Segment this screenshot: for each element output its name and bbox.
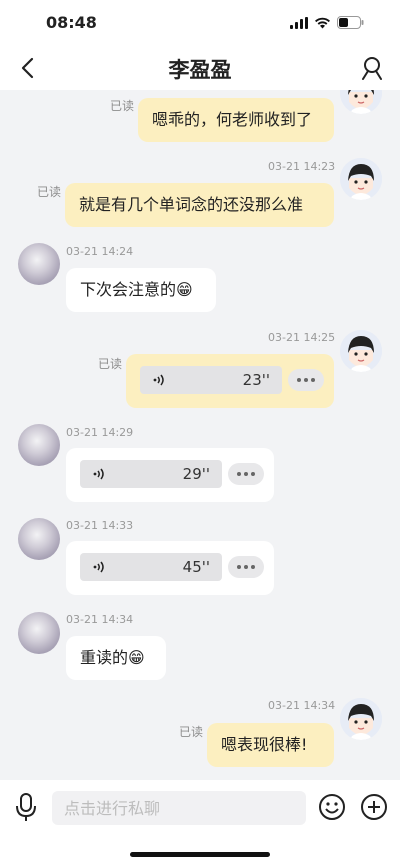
voice-wave-icon bbox=[93, 468, 104, 480]
signal-icon bbox=[290, 16, 308, 29]
avatar[interactable] bbox=[18, 612, 60, 654]
page-title: 李盈盈 bbox=[168, 58, 232, 82]
voice-player[interactable]: 29'' bbox=[80, 460, 222, 488]
avatar[interactable] bbox=[340, 330, 382, 372]
dot-icon bbox=[251, 472, 255, 476]
message-input[interactable] bbox=[52, 791, 306, 825]
teacher-avatar-icon bbox=[340, 698, 382, 740]
avatar[interactable] bbox=[18, 424, 60, 466]
read-status: 已读 bbox=[98, 357, 123, 371]
avatar[interactable] bbox=[340, 90, 382, 114]
read-status: 已读 bbox=[179, 725, 204, 739]
message-timestamp: 03-21 14:33 bbox=[66, 519, 134, 532]
teacher-avatar-icon bbox=[340, 90, 382, 114]
message-bubble[interactable]: 重读的😁 bbox=[66, 636, 166, 680]
dot-icon bbox=[244, 472, 248, 476]
system-icons bbox=[290, 16, 364, 29]
dot-icon bbox=[251, 565, 255, 569]
battery-icon bbox=[337, 16, 364, 29]
avatar[interactable] bbox=[18, 518, 60, 560]
dot-icon bbox=[237, 472, 241, 476]
voice-player[interactable]: 23'' bbox=[140, 366, 282, 394]
teacher-avatar-icon bbox=[340, 330, 382, 372]
voice-player[interactable]: 45'' bbox=[80, 553, 222, 581]
teacher-avatar-icon bbox=[340, 158, 382, 200]
dot-icon bbox=[311, 378, 315, 382]
read-status: 已读 bbox=[110, 99, 135, 113]
wifi-icon bbox=[315, 17, 330, 28]
avatar[interactable] bbox=[340, 698, 382, 740]
message-timestamp: 03-21 14:34 bbox=[268, 699, 336, 712]
composer-bar bbox=[0, 780, 400, 866]
nav-bar: 李盈盈 bbox=[0, 46, 400, 90]
message-timestamp: 03-21 14:29 bbox=[66, 426, 134, 439]
voice-wave-icon bbox=[153, 374, 164, 386]
voice-duration: 45'' bbox=[182, 558, 210, 576]
dot-icon bbox=[244, 565, 248, 569]
avatar[interactable] bbox=[340, 158, 382, 200]
message-timestamp: 03-21 14:23 bbox=[268, 160, 336, 173]
more-options-button[interactable] bbox=[228, 556, 264, 578]
home-indicator bbox=[130, 852, 270, 857]
dot-icon bbox=[297, 378, 301, 382]
more-options-button[interactable] bbox=[228, 463, 264, 485]
emoji-icon[interactable] bbox=[318, 793, 346, 821]
status-time: 08:48 bbox=[46, 13, 97, 32]
avatar[interactable] bbox=[18, 243, 60, 285]
message-bubble[interactable]: 下次会注意的😁 bbox=[66, 268, 216, 312]
dot-icon bbox=[237, 565, 241, 569]
more-options-button[interactable] bbox=[288, 369, 324, 391]
read-status: 已读 bbox=[37, 185, 62, 199]
message-timestamp: 03-21 14:34 bbox=[66, 613, 134, 626]
voice-wave-icon bbox=[93, 561, 104, 573]
add-icon[interactable] bbox=[360, 793, 388, 821]
microphone-icon[interactable] bbox=[12, 792, 40, 822]
message-bubble[interactable]: 就是有几个单词念的还没那么准 bbox=[65, 183, 334, 227]
message-timestamp: 03-21 14:25 bbox=[268, 331, 336, 344]
message-bubble[interactable]: 嗯表现很棒! bbox=[207, 723, 334, 767]
message-timestamp: 03-21 14:24 bbox=[66, 245, 134, 258]
status-bar: 08:48 bbox=[0, 0, 400, 46]
chat-area[interactable]: 已读 嗯乖的，何老师收到了 03-21 14:23 已读 就是有几个单词念的还没… bbox=[0, 90, 400, 780]
voice-duration: 23'' bbox=[242, 371, 270, 389]
message-bubble[interactable]: 嗯乖的，何老师收到了 bbox=[138, 98, 334, 142]
dot-icon bbox=[304, 378, 308, 382]
voice-duration: 29'' bbox=[182, 465, 210, 483]
profile-icon[interactable] bbox=[358, 54, 386, 82]
